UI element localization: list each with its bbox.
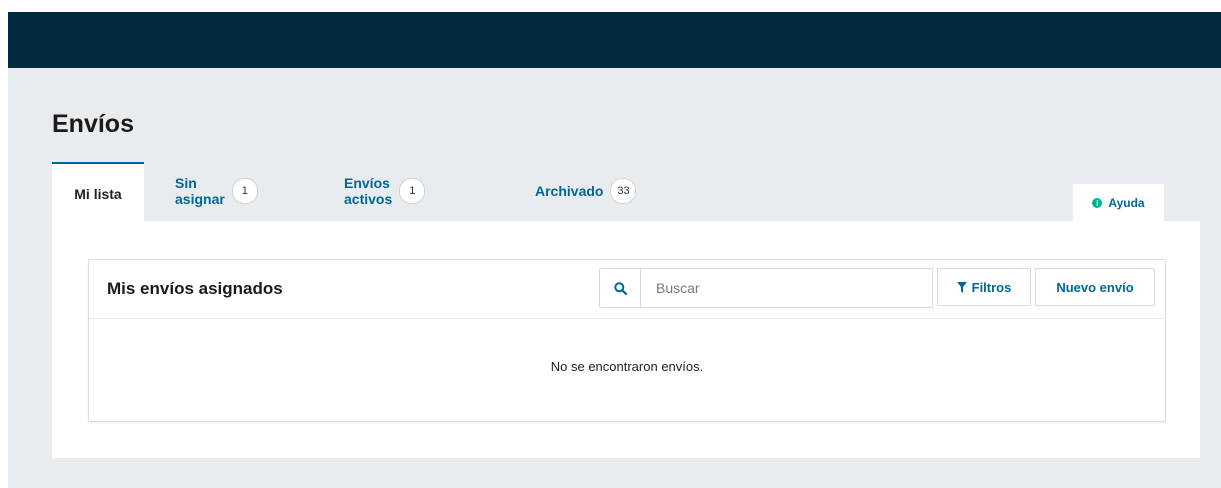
- info-icon: i: [1092, 198, 1103, 208]
- list-title: Mis envíos asignados: [107, 279, 283, 298]
- top-navigation-bar: [8, 12, 1221, 68]
- tab-label: Mi lista: [74, 186, 122, 202]
- new-submission-button[interactable]: Nuevo envío: [1035, 268, 1155, 306]
- count-badge: 1: [399, 178, 426, 204]
- tab-label: Sin asignar: [175, 175, 225, 207]
- count-badge: 33: [610, 178, 637, 204]
- search-icon: [613, 281, 627, 295]
- filters-button[interactable]: Filtros: [937, 268, 1031, 306]
- filter-icon: [956, 281, 967, 293]
- search-button[interactable]: [600, 269, 641, 307]
- filters-label: Filtros: [971, 279, 1012, 295]
- submissions-list-card: Mis envíos asignados Buscar Filtros Nuev…: [88, 259, 1166, 422]
- search-input[interactable]: [641, 269, 936, 307]
- app-frame: Envíos Mi lista Sin asignar 1 Envíos act…: [8, 12, 1221, 488]
- empty-state-message: No se encontraron envíos.: [550, 359, 704, 374]
- page-title: Envíos: [52, 110, 134, 138]
- tab-panel: Mis envíos asignados Buscar Filtros Nuev…: [52, 221, 1200, 458]
- tab-unassigned[interactable]: Sin asignar 1: [175, 162, 258, 220]
- tab-label: Archivado: [535, 183, 604, 199]
- tab-label: Envíos activos: [344, 175, 393, 207]
- help-button[interactable]: i Ayuda: [1073, 184, 1164, 222]
- count-badge: 1: [231, 178, 258, 204]
- search-box: [599, 268, 936, 308]
- list-header: Mis envíos asignados Buscar Filtros Nuev…: [89, 260, 1165, 319]
- help-label: Ayuda: [1108, 196, 1145, 210]
- tab-archived[interactable]: Archivado 33: [535, 162, 637, 220]
- tab-my-list[interactable]: Mi lista: [52, 162, 144, 224]
- new-submission-label: Nuevo envío: [1056, 279, 1134, 295]
- tab-active-submissions[interactable]: Envíos activos 1: [344, 162, 426, 220]
